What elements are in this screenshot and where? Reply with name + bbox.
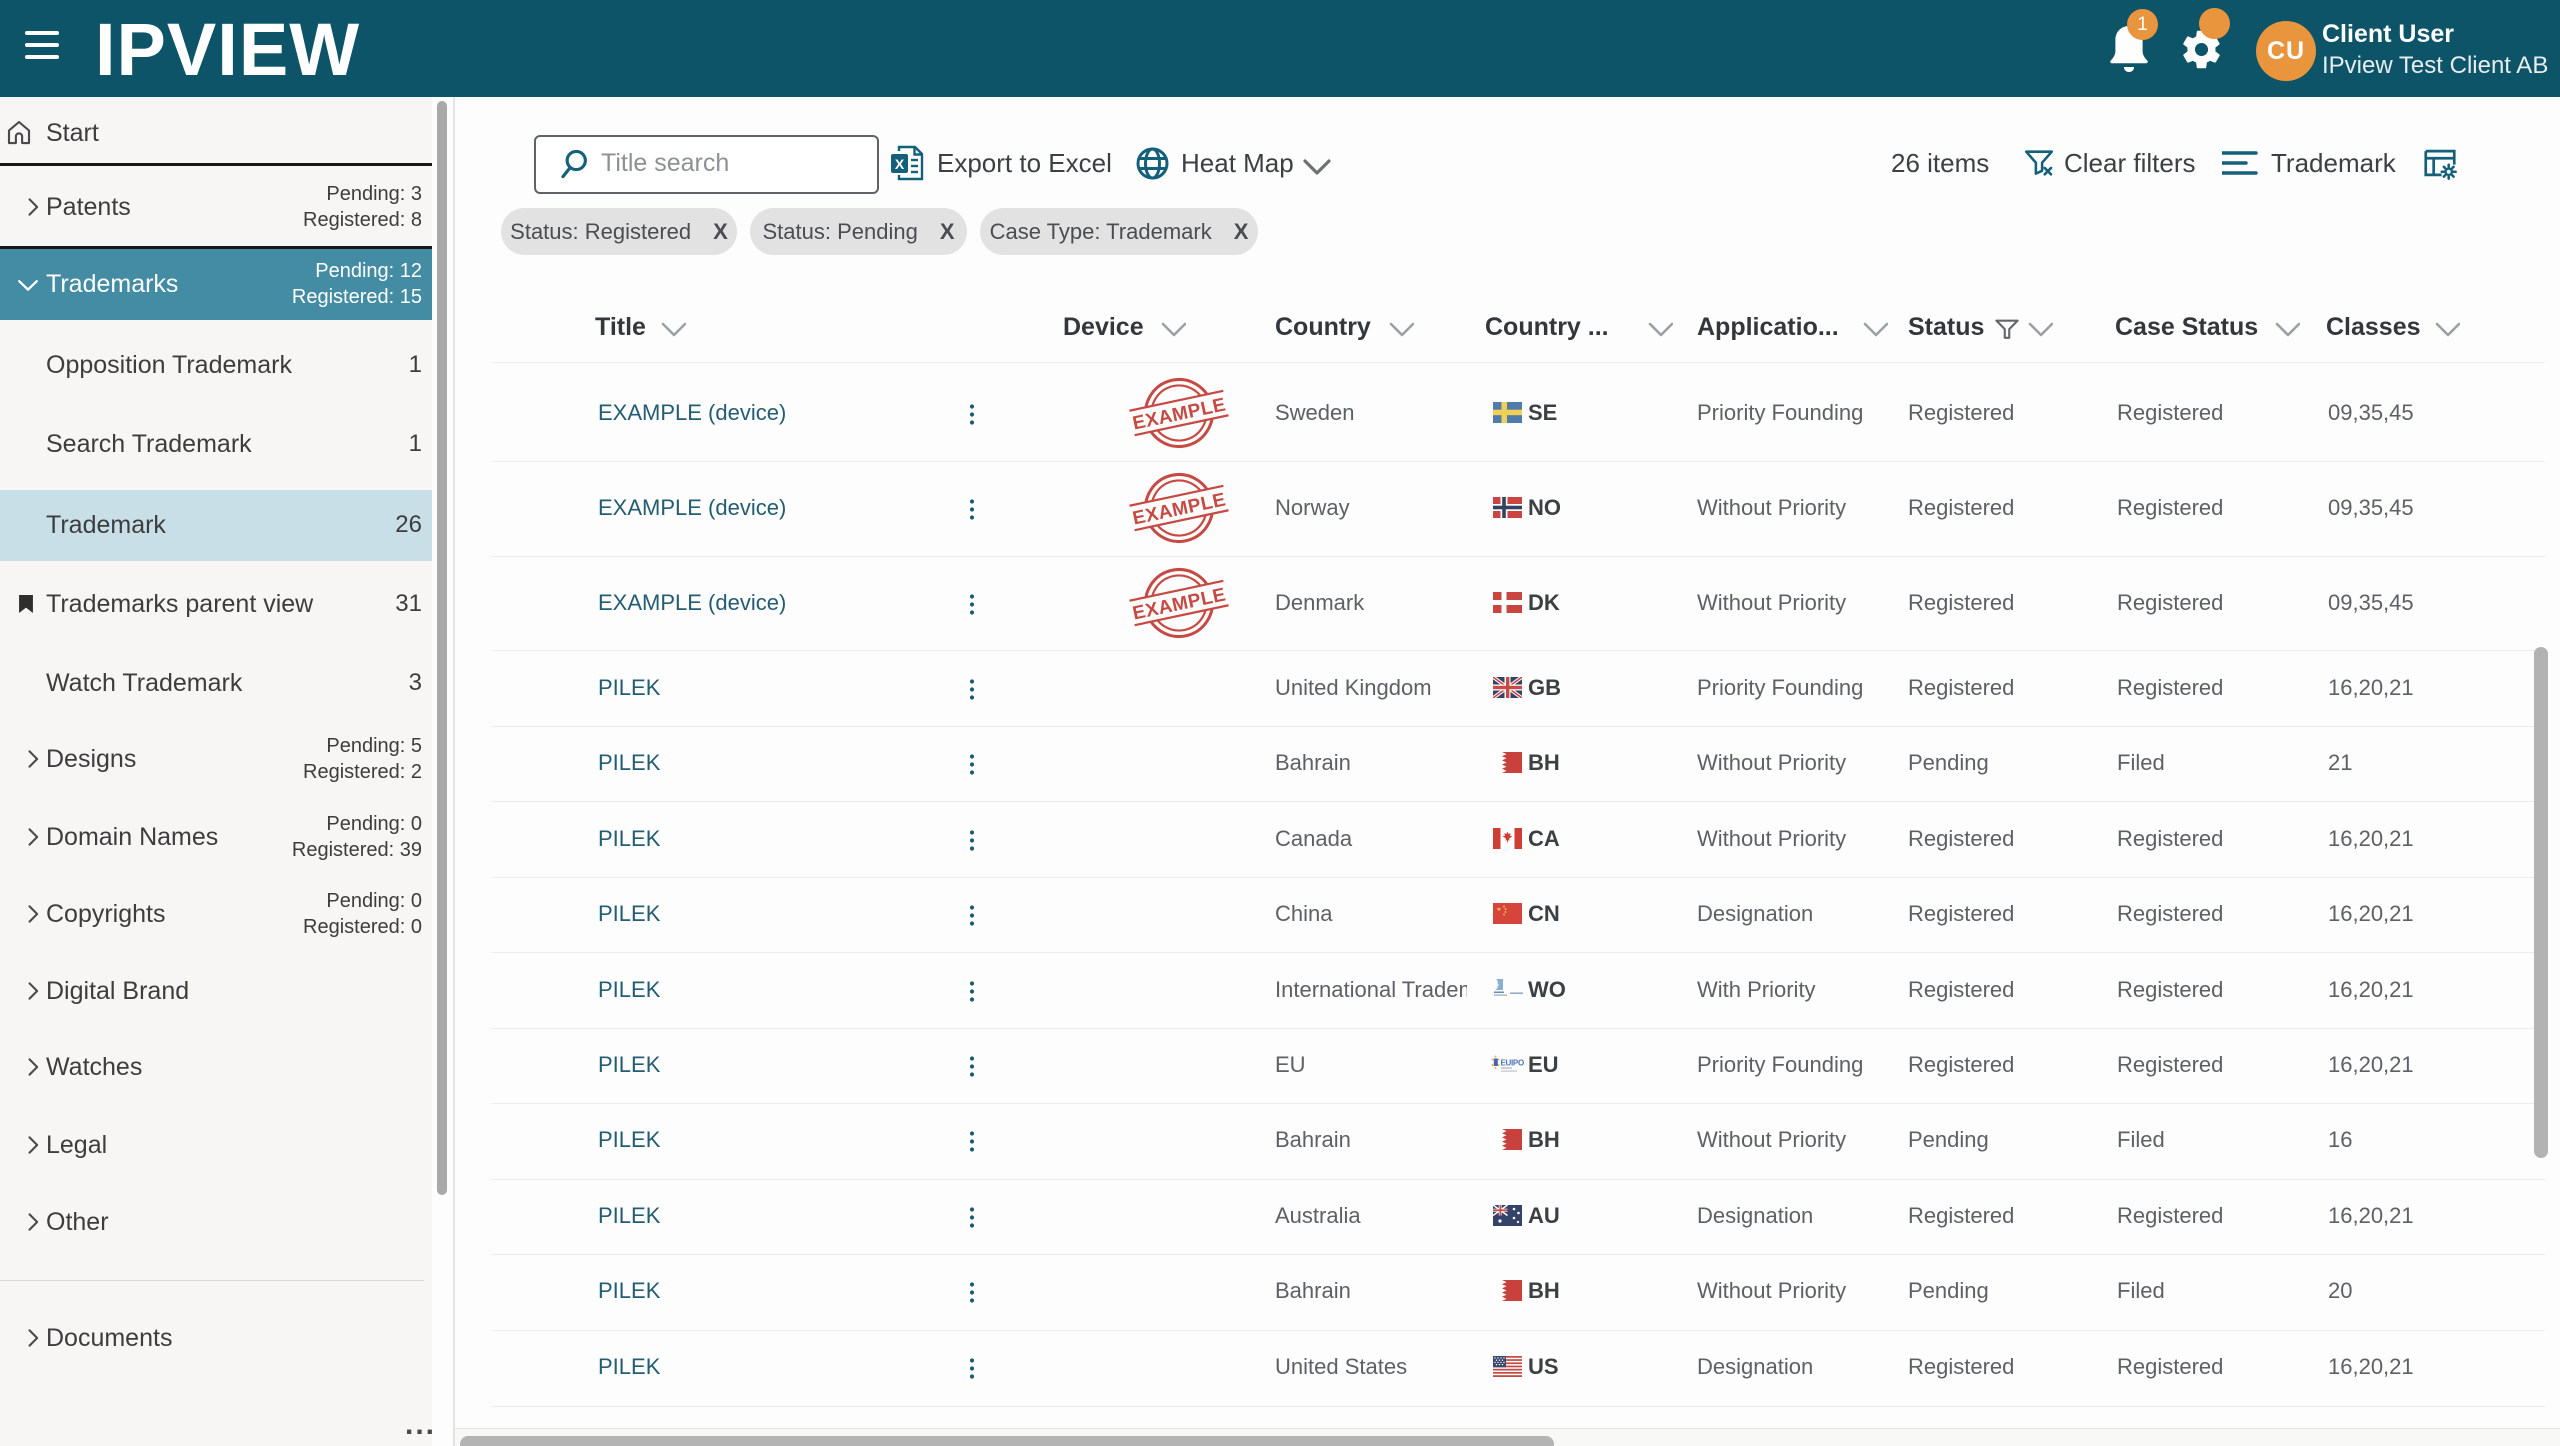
svg-text:X: X [895,156,905,172]
